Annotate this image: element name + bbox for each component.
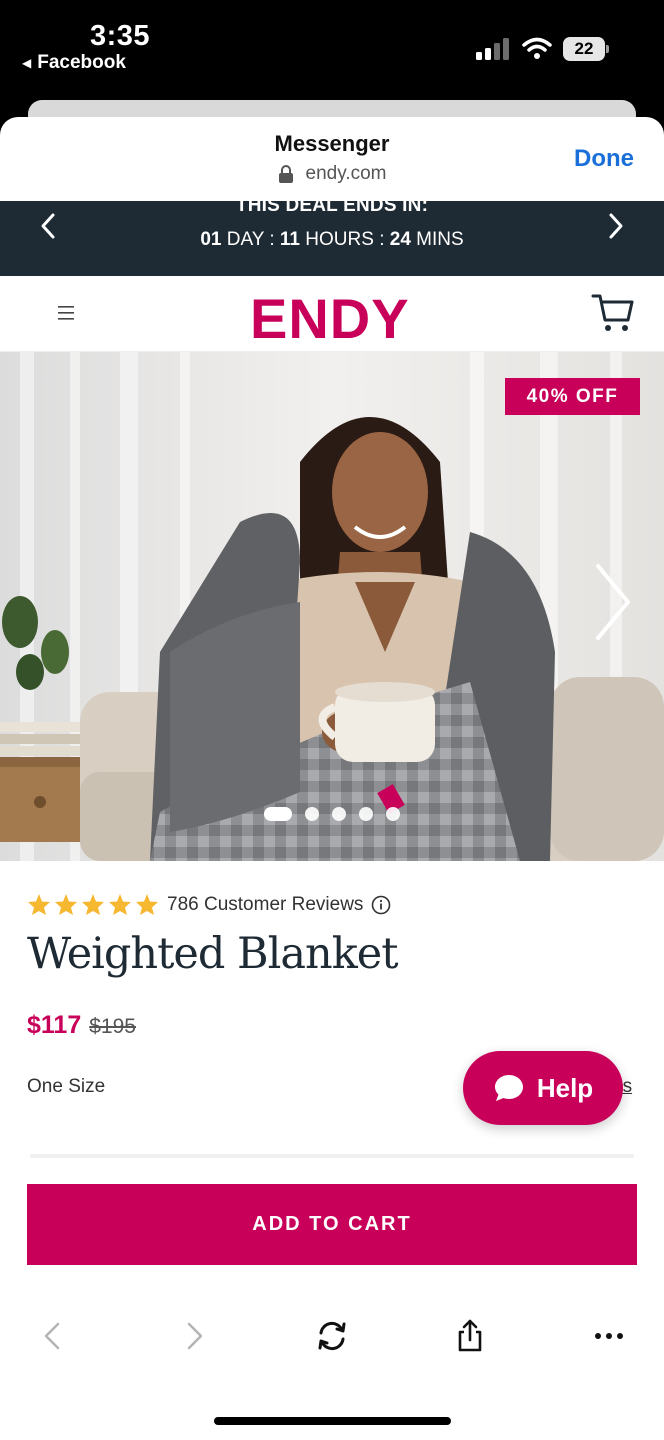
- done-button[interactable]: Done: [574, 145, 634, 173]
- reload-icon[interactable]: [315, 1319, 349, 1353]
- original-price: $195: [89, 1015, 136, 1038]
- lock-icon: [278, 165, 293, 183]
- product-title: Weighted Blanket: [27, 929, 398, 979]
- carousel-next-chevron-icon[interactable]: [590, 562, 634, 642]
- countdown-days-unit: DAY: [226, 229, 265, 250]
- signal-icon: [476, 38, 509, 60]
- countdown-separator: :: [379, 229, 385, 250]
- back-triangle-icon: ◀: [22, 56, 32, 70]
- product-photo: [0, 352, 664, 861]
- deal-countdown: 01 DAY : 11 HOURS : 24 MINS: [0, 229, 664, 251]
- forward-chevron-icon[interactable]: [177, 1319, 211, 1353]
- carousel-dot[interactable]: [386, 807, 400, 821]
- star-rating: [27, 893, 159, 916]
- browser-url-bar[interactable]: endy.com: [0, 163, 664, 185]
- countdown-mins: 24: [389, 229, 411, 250]
- star-icon: [82, 894, 104, 915]
- countdown-hours: 11: [279, 229, 300, 250]
- back-to-app-link[interactable]: ◀ Facebook: [22, 52, 126, 74]
- share-icon[interactable]: [453, 1319, 487, 1353]
- star-icon: [109, 894, 131, 915]
- banner-prev-chevron-icon[interactable]: [34, 211, 64, 241]
- carousel-dot[interactable]: [305, 807, 319, 821]
- more-options-icon[interactable]: [592, 1319, 626, 1353]
- help-chat-button[interactable]: Help: [463, 1051, 623, 1125]
- countdown-hours-unit: HOURS: [305, 229, 374, 250]
- hamburger-menu-icon[interactable]: [56, 304, 76, 322]
- help-label: Help: [536, 1072, 594, 1103]
- carousel-dots: [264, 807, 400, 821]
- status-bar: 3:35 ◀ Facebook 22: [0, 0, 664, 100]
- endy-logo[interactable]: ENDY: [250, 286, 410, 351]
- banner-next-chevron-icon[interactable]: [600, 211, 630, 241]
- back-app-label: Facebook: [37, 52, 126, 73]
- chat-bubble-icon: [494, 1075, 523, 1101]
- browser-url: endy.com: [305, 163, 387, 184]
- product-info: 786 Customer Reviews Weighted Blanket $1…: [0, 861, 664, 1301]
- size-label: One Size: [27, 1076, 106, 1097]
- deal-banner: THIS DEAL ENDS IN: 01 DAY : 11 HOURS : 2…: [0, 201, 664, 276]
- home-indicator[interactable]: [214, 1417, 451, 1425]
- add-to-cart-button[interactable]: ADD TO CART: [27, 1184, 637, 1265]
- info-icon[interactable]: [371, 895, 391, 915]
- star-icon: [136, 894, 158, 915]
- wifi-icon: [522, 37, 552, 59]
- back-chevron-icon[interactable]: [36, 1319, 70, 1353]
- in-app-browser-header: Messenger endy.com Done: [0, 117, 664, 201]
- product-image-carousel[interactable]: 40% OFF: [0, 352, 664, 861]
- countdown-days: 01: [200, 229, 222, 250]
- carousel-dot[interactable]: [264, 807, 292, 821]
- countdown-mins-unit: MINS: [416, 229, 464, 250]
- rating-row[interactable]: 786 Customer Reviews: [27, 893, 391, 916]
- discount-badge: 40% OFF: [505, 378, 640, 415]
- browser-title: Messenger: [274, 131, 390, 156]
- carousel-dot[interactable]: [359, 807, 373, 821]
- star-icon: [55, 894, 77, 915]
- site-header: ENDY: [0, 276, 664, 352]
- divider: [30, 1154, 634, 1158]
- price-row: $117 $195: [27, 1011, 136, 1040]
- star-icon: [28, 894, 50, 915]
- countdown-separator: :: [269, 229, 275, 250]
- cart-icon[interactable]: [590, 290, 636, 336]
- battery-level: 22: [563, 37, 605, 61]
- browser-toolbar: [0, 1301, 664, 1440]
- carousel-dot[interactable]: [332, 807, 346, 821]
- review-count[interactable]: 786 Customer Reviews: [167, 894, 363, 916]
- status-time: 3:35: [90, 20, 151, 52]
- sale-price: $117: [27, 1011, 82, 1039]
- deal-title: THIS DEAL ENDS IN:: [235, 201, 429, 216]
- battery-icon: 22: [563, 37, 609, 61]
